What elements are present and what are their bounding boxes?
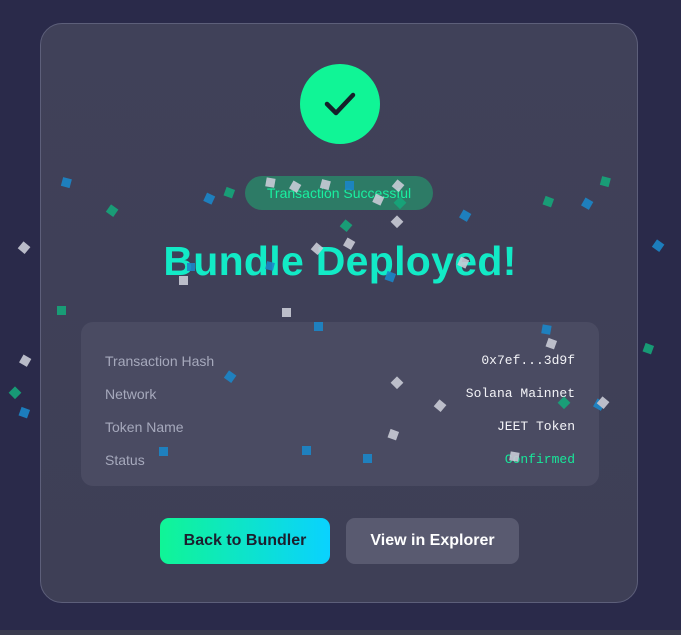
detail-label: Transaction Hash [105,352,215,369]
page-bottom-edge [0,630,681,635]
detail-row-status: Status Confirmed [105,443,575,476]
transaction-hash-value: 0x7ef...3d9f [481,353,575,368]
confetti-piece [651,239,665,252]
detail-label: Token Name [105,418,184,435]
transaction-details-panel: Transaction Hash 0x7ef...3d9f Network So… [81,322,599,486]
detail-row-token-name: Token Name JEET Token [105,410,575,443]
confetti-piece [642,342,655,355]
confetti-piece [17,241,31,255]
page-title: Bundle Deployed! [163,238,517,284]
network-value: Solana Mainnet [465,386,575,401]
transaction-status-badge: Transaction Successful [245,176,433,210]
back-to-bundler-button[interactable]: Back to Bundler [160,518,330,564]
detail-row-network: Network Solana Mainnet [105,377,575,410]
detail-label: Network [105,385,157,402]
confetti-piece [8,386,22,400]
check-icon [324,92,356,116]
status-value: Confirmed [504,452,575,467]
success-check-circle [300,64,380,144]
confetti-piece [18,406,31,419]
view-in-explorer-button[interactable]: View in Explorer [346,518,519,564]
detail-row-transaction-hash: Transaction Hash 0x7ef...3d9f [105,344,575,377]
detail-label: Status [105,451,145,468]
token-name-value: JEET Token [496,419,575,434]
success-modal: Transaction Successful Bundle Deployed! … [40,23,638,603]
confetti-piece [19,354,32,367]
